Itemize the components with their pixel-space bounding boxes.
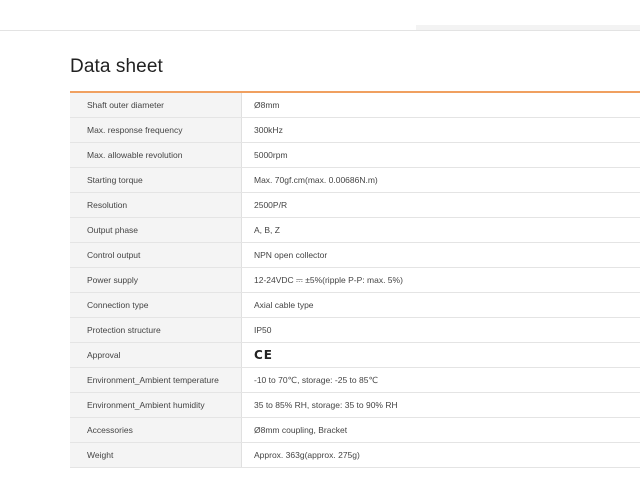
table-row: Starting torque Max. 70gf.cm(max. 0.0068… [70,168,640,193]
spec-label: Resolution [70,193,242,217]
spec-label: Accessories [70,418,242,442]
table-row: Control output NPN open collector [70,243,640,268]
spec-label: Max. allowable revolution [70,143,242,167]
table-row: Shaft outer diameter Ø8mm [70,93,640,118]
spec-value: 35 to 85% RH, storage: 35 to 90% RH [254,400,398,410]
spec-value: Approx. 363g(approx. 275g) [254,450,360,460]
spec-value: Ø8mm coupling, Bracket [254,425,348,435]
table-row: Connection type Axial cable type [70,293,640,318]
spec-value: 2500P/R [254,200,288,210]
spec-label: Weight [70,443,242,467]
spec-value: CE [242,343,640,367]
top-navigation-bar [0,0,640,31]
spec-value: 5000rpm [254,150,288,160]
spec-label: Power supply [70,268,242,292]
spec-value: 12-24VDC ⎓ ±5%(ripple P-P: max. 5%) [254,274,403,285]
spec-label: Protection structure [70,318,242,342]
spec-label: Max. response frequency [70,118,242,142]
table-row: Environment_Ambient humidity 35 to 85% R… [70,393,640,418]
spec-label: Environment_Ambient humidity [70,393,242,417]
page-title: Data sheet [70,56,163,77]
spec-value: Axial cable type [254,300,314,310]
spec-label: Approval [70,343,242,367]
table-row: Power supply 12-24VDC ⎓ ±5%(ripple P-P: … [70,268,640,293]
table-row: Weight Approx. 363g(approx. 275g) [70,443,640,468]
spec-label: Output phase [70,218,242,242]
spec-value: IP50 [254,325,272,335]
table-row: Approval CE [70,343,640,368]
spec-value: A, B, Z [254,225,280,235]
spec-label: Environment_Ambient temperature [70,368,242,392]
ce-mark-icon: CE [254,348,274,362]
table-row: Protection structure IP50 [70,318,640,343]
spec-value: -10 to 70℃, storage: -25 to 85℃ [254,374,378,385]
spec-label: Starting torque [70,168,242,192]
spec-value: NPN open collector [254,250,328,260]
table-row: Resolution 2500P/R [70,193,640,218]
table-row: Output phase A, B, Z [70,218,640,243]
datasheet-table: Shaft outer diameter Ø8mm Max. response … [70,91,640,468]
spec-value: 300kHz [254,125,283,135]
spec-value: Max. 70gf.cm(max. 0.00686N.m) [254,175,378,185]
spec-label: Control output [70,243,242,267]
spec-label: Shaft outer diameter [70,93,242,117]
table-row: Max. allowable revolution 5000rpm [70,143,640,168]
table-row: Accessories Ø8mm coupling, Bracket [70,418,640,443]
spec-label: Connection type [70,293,242,317]
spec-value: Ø8mm [254,100,280,110]
top-navigation-tab[interactable] [416,25,640,30]
table-row: Environment_Ambient temperature -10 to 7… [70,368,640,393]
table-row: Max. response frequency 300kHz [70,118,640,143]
